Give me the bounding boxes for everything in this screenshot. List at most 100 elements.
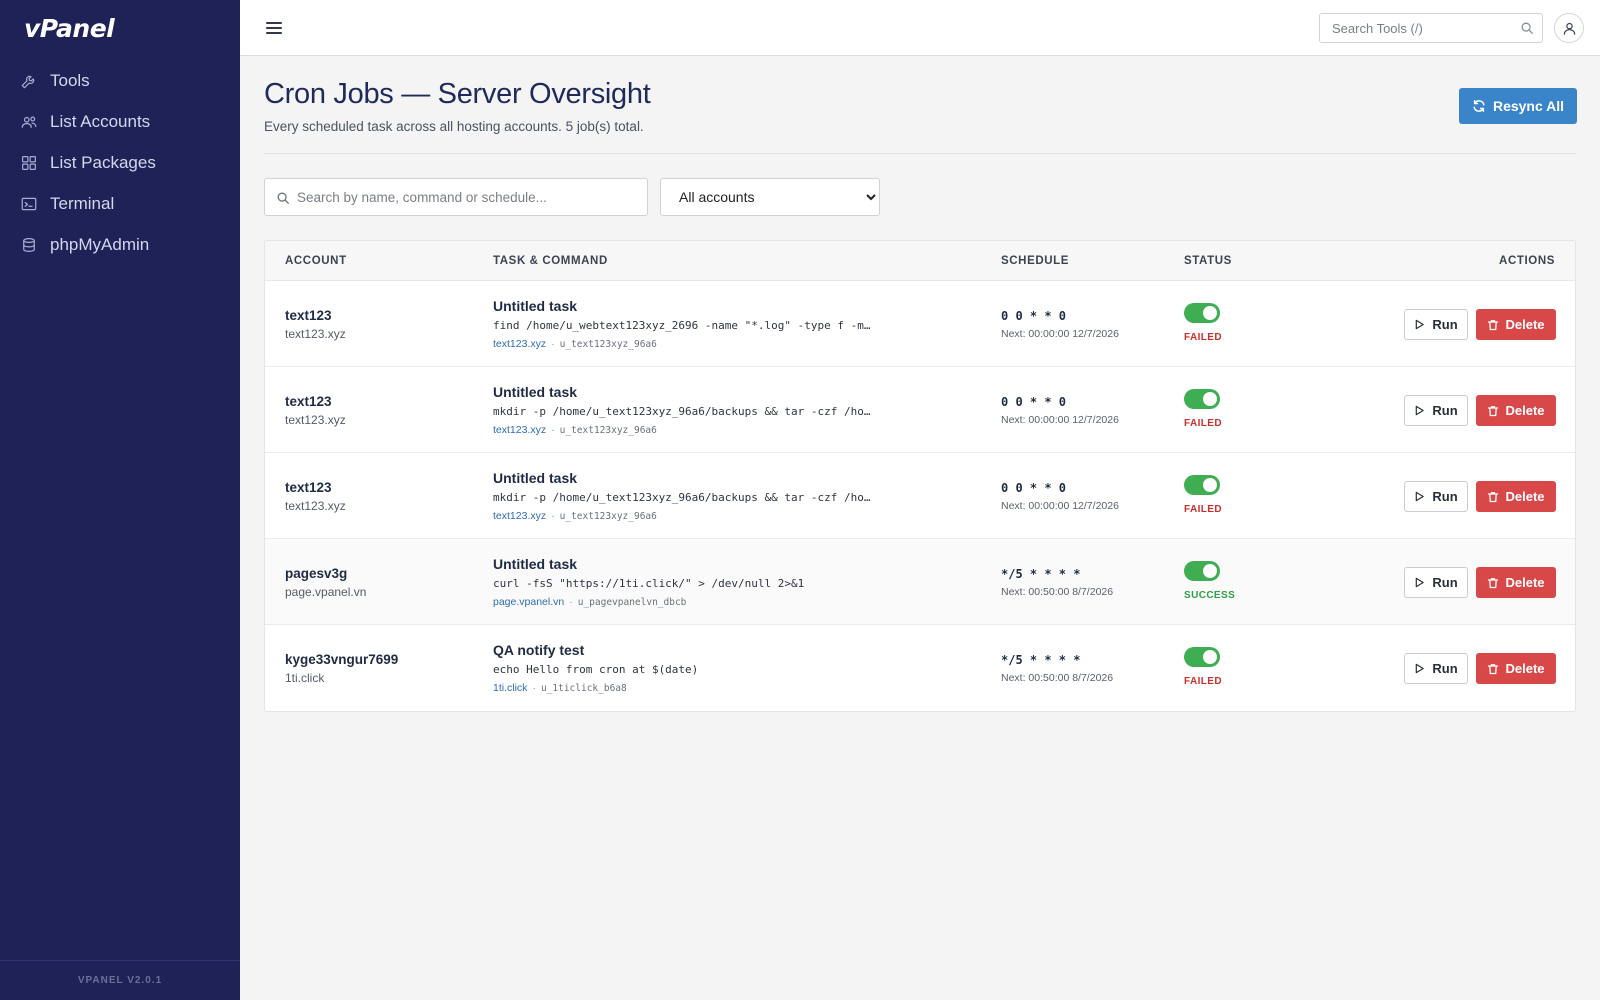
- account-domain: text123.xyz: [285, 327, 346, 341]
- play-icon: [1416, 319, 1425, 330]
- run-button[interactable]: Run: [1404, 309, 1468, 340]
- delete-button[interactable]: Delete: [1476, 309, 1556, 340]
- trash-icon: [1488, 405, 1499, 416]
- job-search-input[interactable]: [297, 179, 647, 215]
- job-enabled-toggle[interactable]: [1184, 561, 1220, 581]
- meta-separator: ·: [551, 338, 555, 350]
- task-domain-link[interactable]: page.vpanel.vn: [493, 596, 564, 608]
- resync-all-label: Resync All: [1492, 98, 1565, 114]
- account-domain: text123.xyz: [285, 413, 346, 427]
- users-icon: [21, 116, 37, 128]
- account-domain: page.vpanel.vn: [285, 585, 367, 599]
- task-command: mkdir -p /home/u_text123xyz_96a6/backups…: [493, 491, 873, 504]
- column-header-schedule: SCHEDULE: [1001, 255, 1070, 267]
- account-name: text123: [285, 480, 332, 495]
- task-name: Untitled task: [493, 470, 578, 486]
- sidebar-item-list-accounts[interactable]: List Accounts: [0, 101, 240, 142]
- task-domain-link[interactable]: text123.xyz: [493, 424, 546, 436]
- run-button[interactable]: Run: [1404, 567, 1468, 598]
- task-name: QA notify test: [493, 642, 585, 658]
- delete-label: Delete: [1505, 317, 1545, 332]
- tools-search-input[interactable]: [1320, 14, 1510, 42]
- delete-label: Delete: [1505, 661, 1545, 676]
- delete-button[interactable]: Delete: [1476, 395, 1556, 426]
- meta-separator: ·: [532, 682, 536, 694]
- delete-button[interactable]: Delete: [1476, 653, 1556, 684]
- cron-schedule: 0 0 * * 0: [1001, 309, 1067, 323]
- user-icon: [1563, 22, 1575, 35]
- task-command: find /home/u_webtext123xyz_2696 -name "*…: [493, 319, 873, 332]
- sidebar-item-terminal[interactable]: Terminal: [0, 183, 240, 224]
- topbar: [240, 0, 1600, 56]
- cron-schedule: 0 0 * * 0: [1001, 481, 1067, 495]
- task-user: u_text123xyz_96a6: [559, 339, 657, 350]
- run-label: Run: [1432, 489, 1458, 504]
- task-user: u_pagevpanelvn_dbcb: [577, 597, 687, 608]
- account-domain: 1ti.click: [285, 671, 325, 685]
- job-enabled-toggle[interactable]: [1184, 303, 1220, 323]
- play-icon: [1416, 491, 1425, 502]
- hamburger-menu-icon[interactable]: [264, 18, 284, 38]
- column-header-account: ACCOUNT: [285, 255, 347, 267]
- next-run: Next: 00:50:00 8/7/2026: [1001, 672, 1114, 684]
- task-domain-link[interactable]: 1ti.click: [493, 682, 527, 694]
- task-command: mkdir -p /home/u_text123xyz_96a6/backups…: [493, 405, 873, 418]
- task-meta: text123.xyz · u_text123xyz_96a6: [493, 510, 657, 522]
- cron-schedule: */5 * * * *: [1001, 567, 1081, 581]
- vpanel-logo[interactable]: vPanel: [24, 14, 115, 43]
- job-enabled-toggle[interactable]: [1184, 389, 1220, 409]
- run-label: Run: [1432, 575, 1458, 590]
- user-menu-button[interactable]: [1554, 13, 1584, 43]
- grid-icon: [22, 155, 36, 170]
- task-name: Untitled task: [493, 556, 578, 572]
- account-name: text123: [285, 308, 332, 323]
- task-meta: text123.xyz · u_text123xyz_96a6: [493, 424, 657, 436]
- sidebar-item-tools[interactable]: Tools: [0, 60, 240, 101]
- version-label: VPANEL V2.0.1: [0, 960, 240, 1000]
- task-name: Untitled task: [493, 384, 578, 400]
- sidebar-nav: Tools List Accounts List Packages Termin…: [0, 60, 240, 265]
- sidebar-item-phpmyadmin[interactable]: phpMyAdmin: [0, 224, 240, 265]
- delete-button[interactable]: Delete: [1476, 481, 1556, 512]
- table-row: text123 text123.xyz Untitled task mkdir …: [265, 453, 1575, 539]
- account-name: text123: [285, 394, 332, 409]
- status-badge: FAILED: [1184, 418, 1222, 429]
- run-label: Run: [1432, 317, 1458, 332]
- account-domain: text123.xyz: [285, 499, 346, 513]
- sidebar: vPanel Tools List Accounts List Packages…: [0, 0, 240, 1000]
- database-icon: [23, 237, 35, 252]
- page-subtitle: Every scheduled task across all hosting …: [264, 119, 644, 134]
- header-divider: [264, 153, 1576, 154]
- next-run: Next: 00:00:00 12/7/2026: [1001, 500, 1119, 512]
- status-badge: FAILED: [1184, 676, 1222, 687]
- next-run: Next: 00:00:00 12/7/2026: [1001, 328, 1119, 340]
- run-button[interactable]: Run: [1404, 395, 1468, 426]
- wrench-icon: [21, 75, 35, 88]
- job-enabled-toggle[interactable]: [1184, 647, 1220, 667]
- meta-separator: ·: [551, 510, 555, 522]
- table-row: text123 text123.xyz Untitled task find /…: [265, 281, 1575, 367]
- delete-label: Delete: [1505, 489, 1545, 504]
- terminal-icon: [21, 197, 37, 210]
- account-name: pagesv3g: [285, 566, 348, 581]
- page-title: Cron Jobs — Server Oversight: [264, 78, 651, 110]
- job-enabled-toggle[interactable]: [1184, 475, 1220, 495]
- cron-schedule: 0 0 * * 0: [1001, 395, 1067, 409]
- task-domain-link[interactable]: text123.xyz: [493, 338, 546, 350]
- table-row: pagesv3g page.vpanel.vn Untitled task cu…: [265, 539, 1575, 625]
- resync-all-button[interactable]: Resync All: [1459, 88, 1577, 124]
- account-filter-select[interactable]: All accounts: [660, 178, 880, 216]
- task-command: echo Hello from cron at $(date): [493, 663, 699, 676]
- delete-button[interactable]: Delete: [1476, 567, 1556, 598]
- task-domain-link[interactable]: text123.xyz: [493, 510, 546, 522]
- trash-icon: [1488, 663, 1499, 674]
- status-badge: FAILED: [1184, 504, 1222, 515]
- run-button[interactable]: Run: [1404, 481, 1468, 512]
- sidebar-item-label: List Packages: [50, 152, 156, 172]
- play-icon: [1416, 663, 1425, 674]
- next-run: Next: 00:00:00 12/7/2026: [1001, 414, 1119, 426]
- table-header: ACCOUNT TASK & COMMAND SCHEDULE STATUS A…: [265, 241, 1575, 281]
- play-icon: [1416, 405, 1425, 416]
- run-button[interactable]: Run: [1404, 653, 1468, 684]
- sidebar-item-list-packages[interactable]: List Packages: [0, 142, 240, 183]
